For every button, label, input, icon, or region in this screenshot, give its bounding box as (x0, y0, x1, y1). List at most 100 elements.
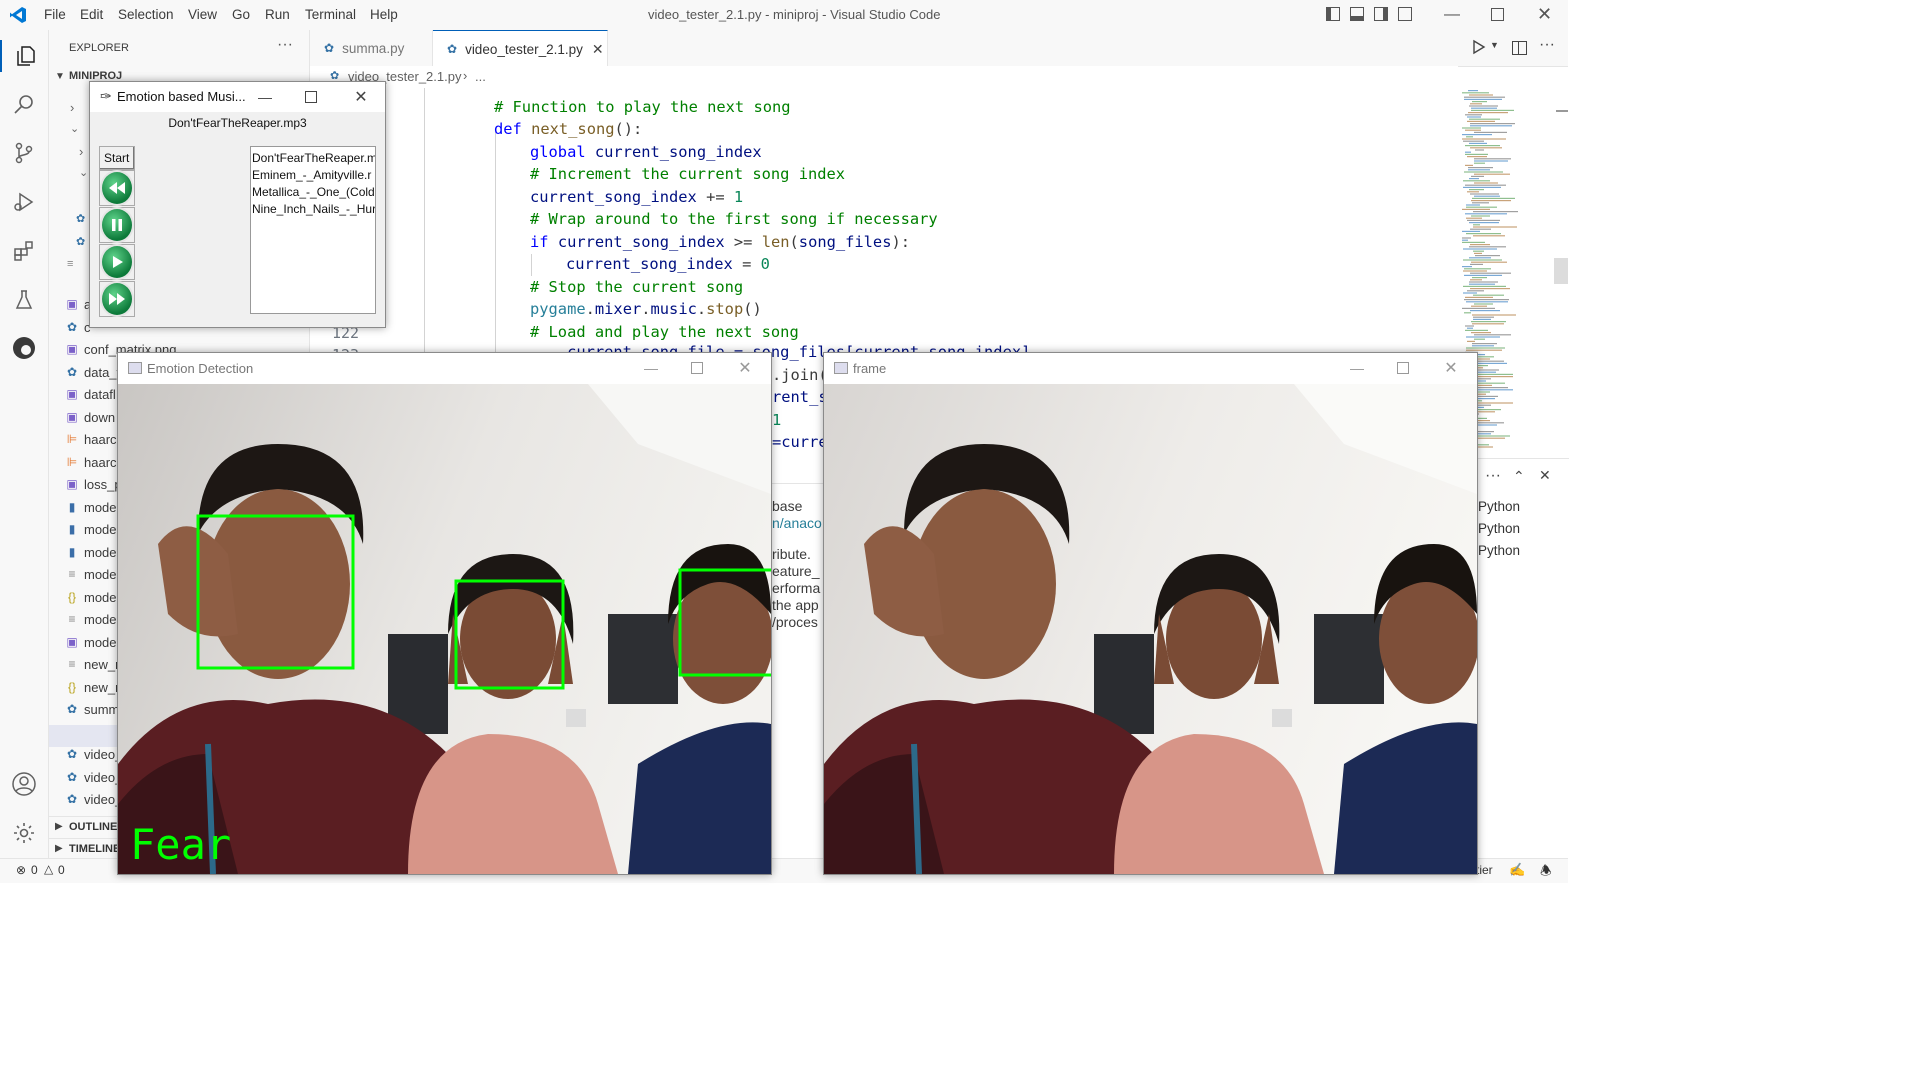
run-python-icon[interactable] (1472, 39, 1492, 57)
menu-run[interactable]: Run (265, 7, 290, 22)
settings-gear-icon[interactable] (8, 817, 40, 849)
editor-tabs: ✿ summa.py ✿ video_tester_2.1.py ✕ ▼ ··· (310, 30, 1568, 67)
play-button[interactable] (99, 244, 135, 280)
minimap-line (1474, 252, 1482, 254)
window-title-bar[interactable]: frame — ✕ (824, 353, 1477, 384)
menu-view[interactable]: View (188, 7, 217, 22)
close-button[interactable]: ✕ (338, 82, 384, 112)
search-icon[interactable] (8, 88, 40, 120)
python-file-icon: ✿ (447, 42, 458, 56)
close-button[interactable]: ✕ (722, 353, 768, 383)
minimap-line (1463, 285, 1506, 287)
minimap-line (1467, 156, 1487, 158)
accounts-icon[interactable] (8, 768, 40, 800)
error-count[interactable]: 0 (31, 863, 38, 877)
toggle-sidebar-icon[interactable] (1326, 7, 1340, 21)
tree-chevron-icon[interactable]: ⌄ (70, 122, 79, 135)
source-control-icon[interactable] (8, 137, 40, 169)
warning-count[interactable]: 0 (58, 863, 65, 877)
code-line: # Stop the current song (530, 278, 744, 296)
explorer-icon[interactable] (0, 40, 50, 72)
layout-toggle-icons[interactable] (1326, 7, 1422, 23)
extensions-icon[interactable] (8, 235, 40, 267)
tab-summa[interactable]: ✿ summa.py (310, 30, 433, 66)
menu-terminal[interactable]: Terminal (305, 7, 356, 22)
playlist-item[interactable]: Eminem_-_Amityville.r (252, 168, 371, 182)
terminal-item[interactable]: Python (1478, 499, 1520, 514)
python-file-icon: ✿ (66, 364, 78, 379)
start-button[interactable]: Start (99, 146, 135, 170)
panel-more-icon[interactable]: ··· (1485, 467, 1501, 485)
minimap-line (1471, 321, 1506, 323)
explorer-more-actions-icon[interactable]: ··· (277, 36, 293, 54)
maximize-button[interactable] (674, 353, 720, 383)
editor-more-actions-icon[interactable]: ··· (1539, 36, 1555, 54)
minimap-line (1465, 213, 1507, 215)
file-name: mode (84, 567, 117, 582)
notifications-bell-icon[interactable]: 🕭 (1540, 862, 1552, 884)
error-icon[interactable]: ⊗ (16, 863, 26, 877)
emotion-label: Fear (130, 820, 232, 869)
warning-icon[interactable]: △ (44, 862, 53, 876)
split-editor-icon[interactable] (1512, 41, 1527, 55)
minimize-button[interactable]: — (1334, 353, 1380, 383)
menu-file[interactable]: File (44, 7, 66, 22)
minimap-line (1474, 162, 1485, 164)
maximize-button[interactable] (1380, 353, 1426, 383)
tab-close-icon[interactable]: ✕ (592, 41, 604, 58)
toggle-secondary-sidebar-icon[interactable] (1374, 7, 1388, 21)
terminal-item[interactable]: Python (1478, 521, 1520, 536)
tree-chevron-icon[interactable]: › (79, 144, 83, 159)
maximize-button[interactable] (288, 82, 334, 112)
playlist-box[interactable]: Don'tFearTheReaper.m Eminem_-_Amityville… (250, 146, 376, 314)
customize-layout-icon[interactable] (1398, 7, 1412, 21)
run-dropdown-chevron-icon[interactable]: ▼ (1490, 40, 1499, 50)
menu-selection[interactable]: Selection (118, 7, 174, 22)
terminal-panel-strip[interactable]: base n/anaco ribute. eature_ erforma the… (772, 483, 824, 859)
playlist-item[interactable]: Nine_Inch_Nails_-_Hur (252, 202, 375, 216)
terminal-item[interactable]: Python (1478, 543, 1520, 558)
minimize-button[interactable]: — (242, 82, 288, 112)
tree-chevron-icon[interactable]: ⌄ (79, 166, 88, 179)
status-item-partial[interactable]: tier (1476, 863, 1493, 877)
file-name: mode (84, 589, 117, 605)
frame-window: frame — ✕ (823, 352, 1478, 875)
minimap-line (1468, 112, 1508, 114)
scrollbar-thumb[interactable] (1554, 258, 1568, 284)
close-button[interactable]: ✕ (1537, 4, 1552, 25)
menu-help[interactable]: Help (370, 7, 398, 22)
close-button[interactable]: ✕ (1428, 353, 1474, 383)
xml-file-icon: ⊫ (66, 454, 78, 469)
toggle-panel-icon[interactable] (1350, 7, 1364, 21)
window-title-bar[interactable]: Emotion Detection — ✕ (118, 353, 771, 384)
minimap-line (1467, 120, 1495, 122)
testing-icon[interactable] (8, 284, 40, 316)
fast-forward-button[interactable] (99, 281, 135, 317)
image-file-icon: ▣ (66, 477, 78, 491)
feedback-icon[interactable]: ✍ (1509, 862, 1525, 878)
minimap-line (1471, 200, 1511, 202)
tab-video-tester[interactable]: ✿ video_tester_2.1.py ✕ (433, 30, 608, 67)
window-title-bar[interactable]: ✑ Emotion based Musi... — ✕ (90, 82, 385, 112)
run-debug-icon[interactable] (8, 186, 40, 218)
rewind-button[interactable] (99, 170, 135, 206)
panel-maximize-chevron-icon[interactable]: ⌃ (1513, 468, 1525, 485)
menu-edit[interactable]: Edit (80, 7, 103, 22)
breadcrumb-symbol[interactable]: ... (475, 69, 486, 84)
pause-button[interactable] (99, 207, 135, 243)
webcam-feed-image (824, 384, 1477, 874)
tree-chevron-icon[interactable]: › (70, 100, 74, 115)
edge-icon[interactable] (8, 332, 40, 364)
playlist-item[interactable]: Don'tFearTheReaper.m (252, 151, 375, 165)
menu-go[interactable]: Go (232, 7, 250, 22)
minimize-button[interactable]: — (628, 353, 674, 383)
playlist-item[interactable]: Metallica_-_One_(Cold (252, 185, 375, 199)
project-folder-chevron-icon[interactable]: ▼ (55, 71, 65, 82)
indent-guide (495, 132, 496, 358)
minimap-line (1464, 274, 1502, 276)
minimap-line (1473, 211, 1518, 213)
maximize-button[interactable] (1491, 8, 1504, 21)
minimize-button[interactable]: — (1444, 6, 1460, 24)
minimap-line (1462, 239, 1468, 241)
panel-close-icon[interactable]: ✕ (1539, 467, 1551, 484)
